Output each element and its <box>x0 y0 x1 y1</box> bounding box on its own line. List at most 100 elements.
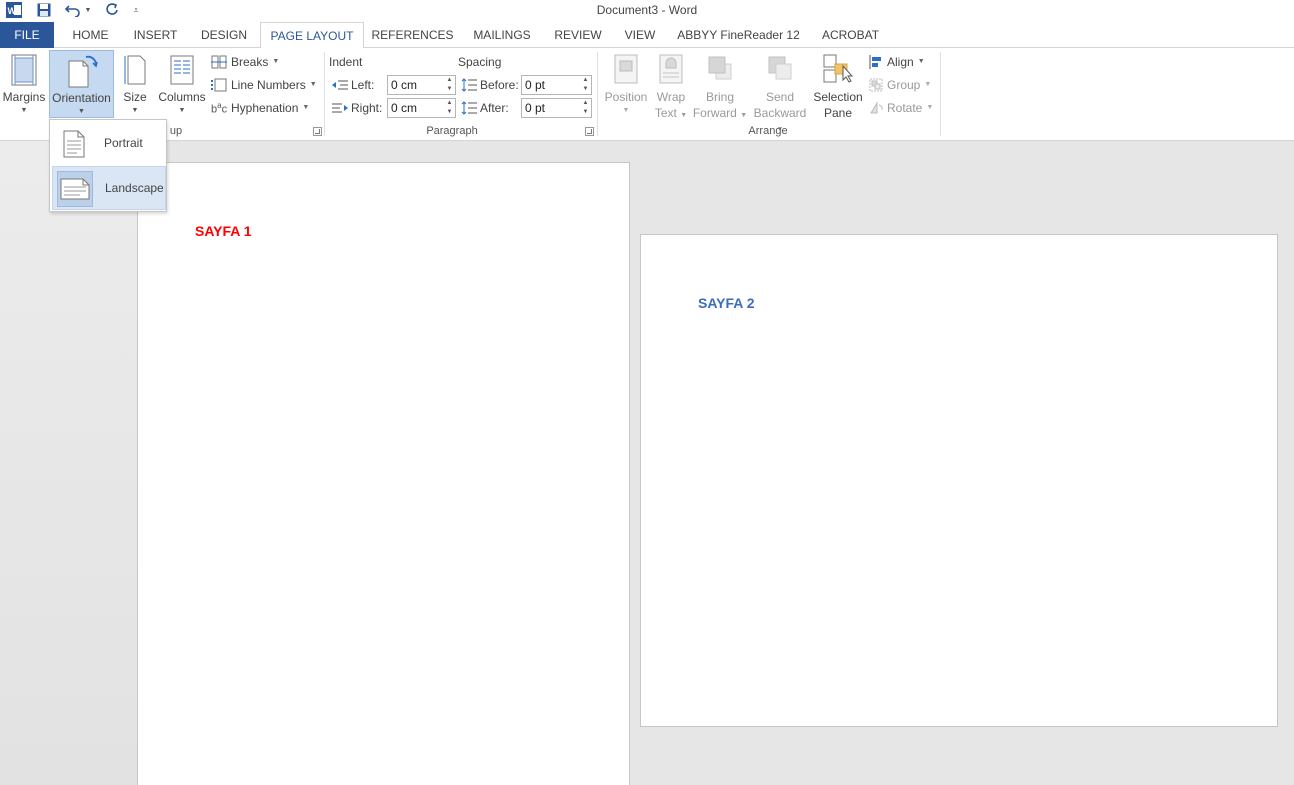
margins-label: Margins <box>2 90 46 104</box>
tab-acrobat[interactable]: ACROBAT <box>814 22 887 48</box>
tab-references[interactable]: REFERENCES <box>369 22 456 48</box>
align-label: Align <box>887 55 914 69</box>
spin-arrows-icon[interactable]: ▲ ▼ <box>580 99 591 117</box>
columns-label: Columns <box>158 90 206 104</box>
chevron-down-icon: ▼ <box>178 107 186 114</box>
bring-forward-button[interactable]: Bring Forward ▼ <box>692 50 748 120</box>
spin-arrows-icon[interactable]: ▲ ▼ <box>580 76 591 94</box>
indent-left-label-wrap: Left: <box>332 75 374 95</box>
indent-right-label: Right: <box>351 101 383 115</box>
hyphenation-label: Hyphenation <box>231 101 299 115</box>
tab-file[interactable]: FILE <box>0 22 54 48</box>
tab-home[interactable]: HOME <box>63 22 118 48</box>
selection-pane-label-2: Pane <box>823 106 853 120</box>
bring-forward-label-1: Bring <box>705 90 734 104</box>
position-button[interactable]: Position ▼ <box>601 50 651 118</box>
tab-review[interactable]: REVIEW <box>548 22 608 48</box>
line-numbers-icon <box>211 78 227 92</box>
spacing-heading: Spacing <box>458 55 502 69</box>
selection-pane-button[interactable]: Selection Pane <box>812 50 864 120</box>
chevron-down-icon: ▼ <box>309 81 317 88</box>
orientation-portrait-item[interactable]: Portrait <box>52 122 166 166</box>
tab-mailings[interactable]: MAILINGS <box>466 22 538 48</box>
rotate-label: Rotate <box>887 101 923 115</box>
wrap-text-label-1: Wrap <box>656 90 686 104</box>
chevron-down-icon: ▼ <box>302 104 310 111</box>
size-button[interactable]: Size ▼ <box>117 50 153 118</box>
spacing-before-icon <box>461 78 477 92</box>
document-area[interactable]: SAYFA 1 SAYFA 2 <box>0 141 1294 785</box>
margins-icon <box>11 54 37 86</box>
page-1-text[interactable]: SAYFA 1 <box>195 223 252 239</box>
line-numbers-button[interactable]: Line Numbers ▼ <box>211 75 317 95</box>
selection-pane-icon <box>823 54 853 83</box>
breaks-button[interactable]: Breaks ▼ <box>211 52 279 72</box>
group-divider <box>324 52 325 136</box>
group-label: Group <box>887 78 921 92</box>
spacing-before-label-wrap: Before: <box>461 75 519 95</box>
align-icon <box>869 55 881 69</box>
send-backward-button[interactable]: Send Backward ▼ <box>749 50 811 133</box>
group-divider <box>940 52 941 136</box>
tab-page-layout[interactable]: PAGE LAYOUT <box>260 22 364 49</box>
landscape-label: Landscape <box>105 181 164 195</box>
rotate-button[interactable]: Rotate ▼ <box>869 98 933 118</box>
spacing-after-label: After: <box>480 101 509 115</box>
tab-insert[interactable]: INSERT <box>127 22 184 48</box>
page-2[interactable]: SAYFA 2 <box>640 234 1278 727</box>
paragraph-launcher-icon[interactable] <box>585 127 594 136</box>
spacing-after-label-wrap: After: <box>461 98 509 118</box>
page-1[interactable]: SAYFA 1 <box>137 162 630 785</box>
wrap-text-icon <box>659 54 683 84</box>
indent-right-label-wrap: Right: <box>332 98 382 118</box>
ribbon: Margins ▼ Orientation ▼ Size ▼ Columns ▼… <box>0 48 1294 141</box>
hyphenation-button[interactable]: bac Hyphenation ▼ <box>211 98 309 118</box>
ribbon-tabs: FILE HOME INSERT DESIGN PAGE LAYOUT REFE… <box>0 22 1294 49</box>
title-bar: W ▼ ⩡ Document3 - Word <box>0 0 1294 22</box>
orientation-button[interactable]: Orientation ▼ <box>49 50 114 118</box>
orientation-label: Orientation <box>52 91 111 105</box>
spacing-after-field[interactable]: ▲▼ <box>521 98 592 118</box>
margins-button[interactable]: Margins ▼ <box>1 50 47 118</box>
portrait-page-icon <box>56 126 92 162</box>
orientation-landscape-item[interactable]: Landscape <box>52 166 166 210</box>
indent-left-label: Left: <box>351 78 375 92</box>
spacing-before-label: Before: <box>480 78 519 92</box>
orientation-icon <box>68 55 98 88</box>
wrap-text-label-2: Text ▼ <box>654 106 688 120</box>
columns-button[interactable]: Columns ▼ <box>156 50 208 118</box>
tab-view[interactable]: VIEW <box>617 22 663 48</box>
send-backward-icon <box>768 56 792 80</box>
bring-forward-icon <box>708 56 732 80</box>
columns-icon <box>170 55 194 85</box>
chevron-down-icon: ▼ <box>926 104 934 111</box>
chevron-down-icon: ▼ <box>20 107 28 114</box>
chevron-down-icon: ▼ <box>924 81 932 88</box>
tab-abbyy[interactable]: ABBYY FineReader 12 <box>672 22 805 48</box>
indent-left-field[interactable]: ▲▼ <box>387 75 456 95</box>
orientation-dropdown: Portrait Landscape <box>49 119 167 212</box>
hyphenation-icon: bac <box>211 101 228 116</box>
group-button[interactable]: Group ▼ <box>869 75 931 95</box>
arrange-group-label: Arrange <box>748 125 788 137</box>
chevron-down-icon: ▼ <box>131 107 139 114</box>
chevron-down-icon: ▼ <box>272 58 280 65</box>
spin-arrows-icon[interactable]: ▲ ▼ <box>444 76 455 94</box>
window-title: Document3 - Word <box>596 3 698 17</box>
chevron-down-icon: ▼ <box>78 108 85 115</box>
spacing-before-field[interactable]: ▲▼ <box>521 75 592 95</box>
paragraph-group-label: Paragraph <box>426 125 478 137</box>
indent-right-field[interactable]: ▲▼ <box>387 98 456 118</box>
wrap-text-button[interactable]: Wrap Text ▼ <box>652 50 690 120</box>
selection-pane-label-1: Selection <box>813 90 863 104</box>
indent-heading: Indent <box>329 55 363 69</box>
line-numbers-label: Line Numbers <box>231 78 306 92</box>
rotate-icon <box>870 101 883 114</box>
spin-arrows-icon[interactable]: ▲ ▼ <box>444 99 455 117</box>
page-setup-launcher-icon[interactable] <box>313 127 322 136</box>
chevron-down-icon: ▼ <box>917 58 925 65</box>
align-button[interactable]: Align ▼ <box>869 52 925 72</box>
tab-design[interactable]: DESIGN <box>194 22 254 48</box>
indent-right-icon <box>332 103 348 113</box>
page-2-text[interactable]: SAYFA 2 <box>698 295 755 311</box>
